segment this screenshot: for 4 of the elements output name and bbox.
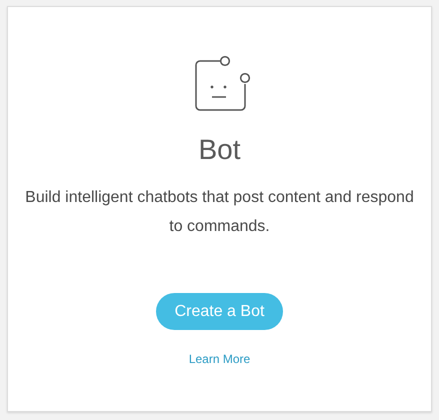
card-title: Bot [198,133,241,167]
learn-more-link[interactable]: Learn More [188,352,250,366]
create-bot-button[interactable]: Create a Bot [156,293,284,330]
card-description: Build intelligent chatbots that post content and respond to commands. [24,188,415,237]
